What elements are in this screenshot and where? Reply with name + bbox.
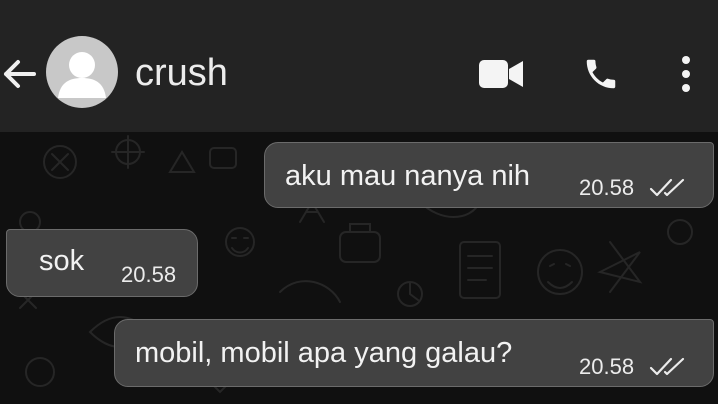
- chat-header: crush: [0, 0, 718, 132]
- read-receipt-icon: [649, 178, 685, 197]
- back-arrow-icon: [4, 60, 36, 88]
- message-time: 20.58: [579, 354, 635, 379]
- message-time: 20.58: [121, 262, 177, 287]
- message-text: aku mau nanya nih: [285, 160, 531, 192]
- chat-area[interactable]: aku mau nanya nih 20.58 sok 20.58 mobil,…: [0, 132, 718, 404]
- message-text: sok: [39, 245, 85, 277]
- avatar-icon: [58, 52, 106, 98]
- message-bubble-incoming[interactable]: sok 20.58: [6, 229, 198, 297]
- phone-icon[interactable]: [582, 54, 620, 94]
- video-call-icon[interactable]: [478, 58, 524, 90]
- message-bubble-outgoing[interactable]: mobil, mobil apa yang galau? 20.58: [114, 319, 714, 387]
- message-text: mobil, mobil apa yang galau?: [135, 337, 513, 369]
- more-options-icon[interactable]: [678, 54, 694, 94]
- back-button[interactable]: [0, 52, 40, 96]
- message-bubble-outgoing[interactable]: aku mau nanya nih 20.58: [264, 142, 714, 208]
- message-time: 20.58: [579, 175, 635, 200]
- avatar[interactable]: [46, 36, 118, 108]
- read-receipt-icon: [649, 357, 685, 376]
- contact-name[interactable]: crush: [135, 50, 228, 96]
